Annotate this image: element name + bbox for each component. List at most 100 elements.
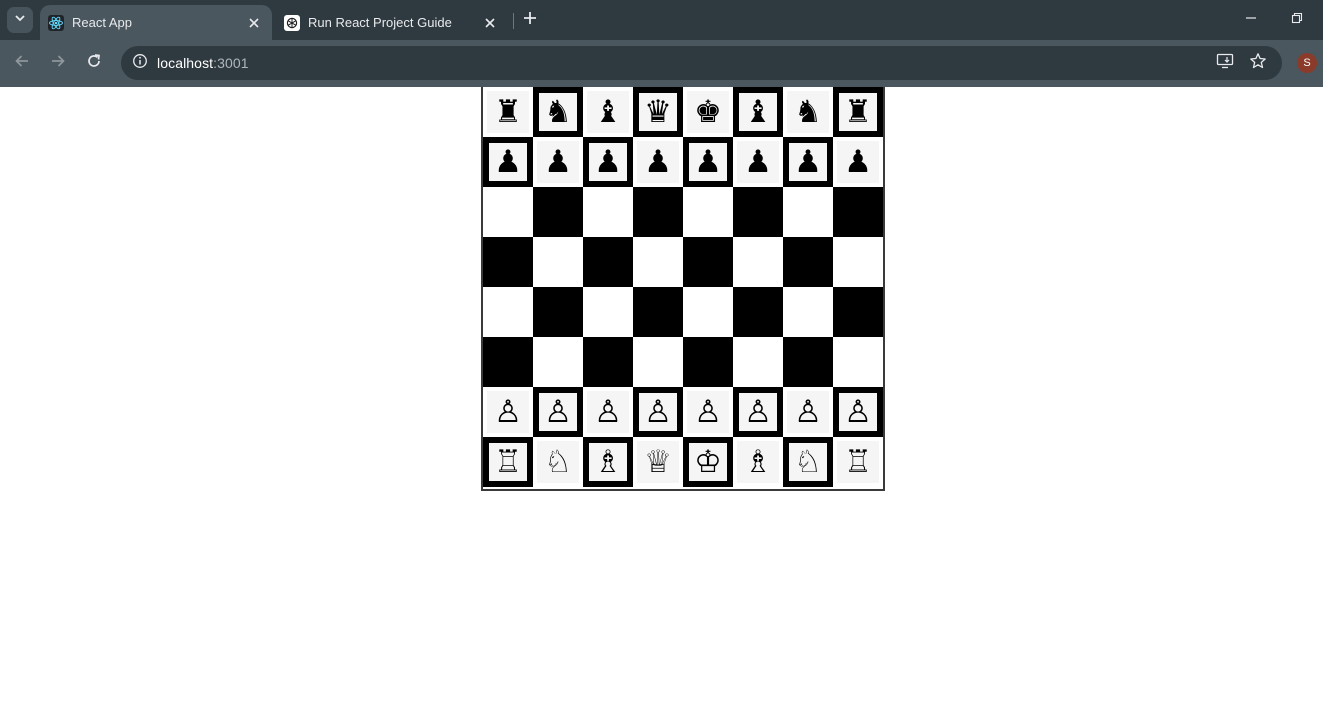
board-square[interactable]: [583, 287, 633, 337]
board-square[interactable]: ♜: [483, 87, 533, 137]
board-square[interactable]: [633, 237, 683, 287]
board-square[interactable]: [733, 187, 783, 237]
board-square[interactable]: [483, 287, 533, 337]
black-pawn-icon[interactable]: ♟: [789, 143, 827, 181]
board-square[interactable]: ♛: [633, 87, 683, 137]
board-square[interactable]: [533, 237, 583, 287]
board-square[interactable]: ♗: [733, 437, 783, 487]
back-button[interactable]: [8, 49, 36, 77]
black-king-icon[interactable]: ♚: [687, 91, 729, 133]
board-square[interactable]: [533, 337, 583, 387]
black-pawn-icon[interactable]: ♟: [737, 141, 779, 183]
white-knight-icon[interactable]: ♘: [789, 443, 827, 481]
white-bishop-icon[interactable]: ♗: [589, 443, 627, 481]
black-knight-icon[interactable]: ♞: [539, 93, 577, 131]
profile-avatar[interactable]: S: [1297, 53, 1317, 73]
board-square[interactable]: [533, 287, 583, 337]
white-bishop-icon[interactable]: ♗: [737, 441, 779, 483]
black-pawn-icon[interactable]: ♟: [489, 143, 527, 181]
white-pawn-icon[interactable]: ♙: [539, 393, 577, 431]
board-square[interactable]: [483, 237, 533, 287]
board-square[interactable]: [783, 237, 833, 287]
black-knight-icon[interactable]: ♞: [787, 91, 829, 133]
black-bishop-icon[interactable]: ♝: [739, 93, 777, 131]
black-pawn-icon[interactable]: ♟: [637, 141, 679, 183]
board-square[interactable]: [833, 287, 883, 337]
board-square[interactable]: [833, 337, 883, 387]
board-square[interactable]: ♔: [683, 437, 733, 487]
white-king-icon[interactable]: ♔: [689, 443, 727, 481]
board-square[interactable]: ♟: [633, 137, 683, 187]
board-square[interactable]: [483, 337, 533, 387]
board-square[interactable]: ♟: [583, 137, 633, 187]
board-square[interactable]: ♟: [733, 137, 783, 187]
tab-react-app[interactable]: React App: [40, 5, 272, 40]
board-square[interactable]: [733, 237, 783, 287]
reload-button[interactable]: [80, 49, 108, 77]
new-tab-button[interactable]: [518, 8, 542, 32]
board-square[interactable]: ♞: [533, 87, 583, 137]
board-square[interactable]: ♞: [783, 87, 833, 137]
tab-run-react-project-guide[interactable]: Run React Project Guide: [276, 5, 508, 40]
black-pawn-icon[interactable]: ♟: [537, 141, 579, 183]
board-square[interactable]: ♜: [833, 87, 883, 137]
white-rook-icon[interactable]: ♖: [837, 441, 879, 483]
tab-search-button[interactable]: [7, 7, 33, 33]
white-queen-icon[interactable]: ♕: [637, 441, 679, 483]
white-pawn-icon[interactable]: ♙: [687, 391, 729, 433]
board-square[interactable]: ♘: [533, 437, 583, 487]
forward-button[interactable]: [44, 49, 72, 77]
board-square[interactable]: ♚: [683, 87, 733, 137]
restore-button[interactable]: [1282, 6, 1312, 34]
board-square[interactable]: [833, 237, 883, 287]
board-square[interactable]: [633, 187, 683, 237]
board-square[interactable]: ♖: [483, 437, 533, 487]
black-rook-icon[interactable]: ♜: [839, 93, 877, 131]
board-square[interactable]: [583, 237, 633, 287]
board-square[interactable]: [633, 287, 683, 337]
address-bar[interactable]: localhost:3001: [121, 46, 1282, 80]
site-info-button[interactable]: [127, 50, 153, 76]
board-square[interactable]: [633, 337, 683, 387]
board-square[interactable]: [783, 287, 833, 337]
board-square[interactable]: [783, 337, 833, 387]
white-pawn-icon[interactable]: ♙: [639, 393, 677, 431]
board-square[interactable]: [533, 187, 583, 237]
white-knight-icon[interactable]: ♘: [537, 441, 579, 483]
white-pawn-icon[interactable]: ♙: [787, 391, 829, 433]
white-pawn-icon[interactable]: ♙: [487, 391, 529, 433]
board-square[interactable]: ♟: [833, 137, 883, 187]
board-square[interactable]: ♙: [733, 387, 783, 437]
board-square[interactable]: ♙: [583, 387, 633, 437]
black-pawn-icon[interactable]: ♟: [689, 143, 727, 181]
board-square[interactable]: ♟: [683, 137, 733, 187]
board-square[interactable]: ♙: [783, 387, 833, 437]
board-square[interactable]: ♗: [583, 437, 633, 487]
close-tab-button[interactable]: [244, 13, 264, 33]
board-square[interactable]: ♙: [833, 387, 883, 437]
board-square[interactable]: [733, 287, 783, 337]
board-square[interactable]: [683, 187, 733, 237]
minimize-button[interactable]: [1236, 6, 1266, 34]
board-square[interactable]: [683, 337, 733, 387]
board-square[interactable]: ♙: [533, 387, 583, 437]
black-rook-icon[interactable]: ♜: [487, 91, 529, 133]
black-pawn-icon[interactable]: ♟: [589, 143, 627, 181]
board-square[interactable]: [783, 187, 833, 237]
board-square[interactable]: ♙: [483, 387, 533, 437]
install-app-button[interactable]: [1212, 50, 1238, 76]
board-square[interactable]: ♟: [483, 137, 533, 187]
white-pawn-icon[interactable]: ♙: [839, 393, 877, 431]
board-square[interactable]: ♙: [633, 387, 683, 437]
white-pawn-icon[interactable]: ♙: [739, 393, 777, 431]
black-pawn-icon[interactable]: ♟: [837, 141, 879, 183]
board-square[interactable]: [683, 287, 733, 337]
board-square[interactable]: ♖: [833, 437, 883, 487]
black-queen-icon[interactable]: ♛: [639, 93, 677, 131]
close-tab-button[interactable]: [480, 13, 500, 33]
board-square[interactable]: ♘: [783, 437, 833, 487]
black-bishop-icon[interactable]: ♝: [587, 91, 629, 133]
board-square[interactable]: ♙: [683, 387, 733, 437]
board-square[interactable]: ♝: [733, 87, 783, 137]
board-square[interactable]: [683, 237, 733, 287]
